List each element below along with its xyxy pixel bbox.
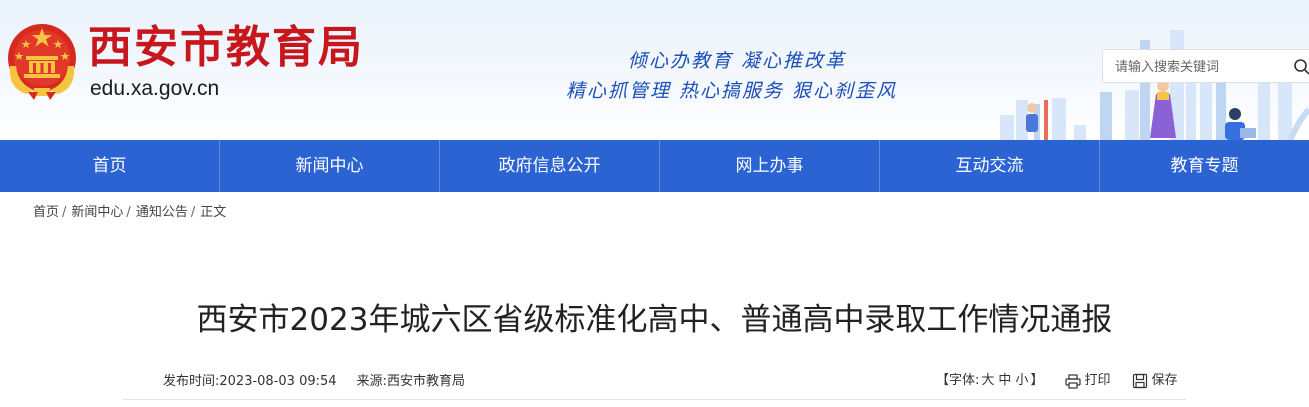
nav-item-online-services[interactable]: 网上办事 [660,140,880,192]
font-size-bracket: 】 [1030,373,1044,388]
nav-item-education-topics[interactable]: 教育专题 [1100,140,1309,192]
font-size-label: 【字体: [936,373,980,388]
nav-item-home[interactable]: 首页 [0,140,220,192]
save-icon [1133,373,1148,389]
breadcrumb-separator: / [190,205,196,220]
article-meta: 发布时间:2023-08-03 09:54 来源:西安市教育局 [163,373,465,391]
source-value: 西安市教育局 [386,374,465,389]
search-box [1102,49,1309,83]
breadcrumb-separator: / [126,205,131,220]
main-nav: 首页 新闻中心 政府信息公开 网上办事 互动交流 教育专题 [0,140,1309,192]
breadcrumb-notices[interactable]: 通知公告 [136,205,188,220]
meta-divider [123,399,1186,400]
print-button[interactable]: 打印 [1065,371,1110,391]
site-domain: edu.xa.gov.cn [90,77,220,100]
breadcrumb-news-center[interactable]: 新闻中心 [71,205,123,220]
publish-time: 2023-08-03 09:54 [219,374,337,389]
font-size-small-button[interactable]: 小 [1015,371,1028,391]
font-size-large-button[interactable]: 大 [981,371,994,391]
font-size-medium-button[interactable]: 中 [998,371,1011,391]
nav-item-interaction[interactable]: 互动交流 [880,140,1100,192]
source-label: 来源: [356,374,387,389]
article-title: 西安市2023年城六区省级标准化高中、普通高中录取工作情况通报 [196,302,1113,338]
printer-icon [1065,373,1082,389]
print-label: 打印 [1084,373,1111,388]
nav-item-news-center[interactable]: 新闻中心 [220,140,440,192]
search-input[interactable] [1115,56,1285,78]
slogan-line-2: 精心抓管理 热心搞服务 狠心刹歪风 [566,80,898,102]
breadcrumb-home[interactable]: 首页 [33,205,59,220]
article-tools: 【字体: 大 中 小 】 打印 保存 [936,371,1177,391]
breadcrumb-current: 正文 [200,205,227,220]
breadcrumb-separator: / [62,205,67,220]
save-label: 保存 [1151,373,1178,388]
site-title: 西安市教育局 [88,22,364,73]
site-header: 西安市教育局 edu.xa.gov.cn 倾心办教育 凝心推改革 精心抓管理 热… [0,0,1309,140]
search-icon[interactable] [1293,58,1309,76]
national-emblem-icon [8,24,76,100]
breadcrumb: 首页 / 新闻中心 / 通知公告 / 正文 [33,204,226,222]
publish-time-label: 发布时间: [163,374,220,389]
save-button[interactable]: 保存 [1132,371,1177,391]
slogan-line-1: 倾心办教育 凝心推改革 [628,50,847,72]
nav-item-gov-info-disclosure[interactable]: 政府信息公开 [440,140,660,192]
